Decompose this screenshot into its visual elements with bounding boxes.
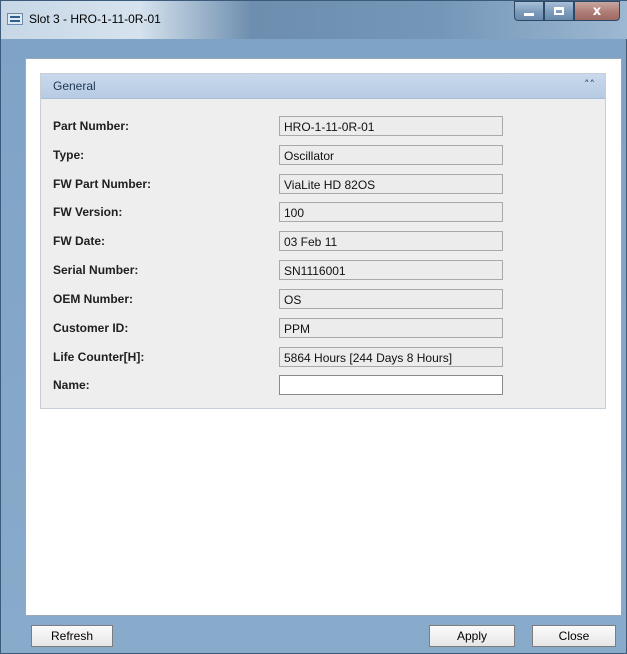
oem-number-value: OS [279,289,503,309]
field-row-customer-id: Customer ID: PPM [41,318,605,338]
field-label: OEM Number: [53,292,134,306]
minimize-button[interactable] [514,1,544,21]
maximize-icon [554,7,564,15]
title-bar[interactable]: Slot 3 - HRO-1-11-0R-01 x [1,1,627,39]
field-label: Part Number: [53,119,130,133]
dialog-window: Slot 3 - HRO-1-11-0R-01 x General ˄˄ Par… [0,0,627,654]
field-label: FW Date: [53,234,105,248]
field-label: Serial Number: [53,263,139,277]
close-icon: x [592,3,602,19]
serial-number-value: SN1116001 [279,260,503,280]
field-row-life-counter: Life Counter[H]: 5864 Hours [244 Days 8 … [41,347,605,367]
content-area: General ˄˄ Part Number: HRO-1-11-0R-01 T… [25,58,622,616]
apply-button[interactable]: Apply [429,625,515,647]
field-row-oem-number: OEM Number: OS [41,289,605,309]
fw-date-value: 03 Feb 11 [279,231,503,251]
field-row-fw-part-number: FW Part Number: ViaLite HD 82OS [41,174,605,194]
field-row-part-number: Part Number: HRO-1-11-0R-01 [41,116,605,136]
customer-id-value: PPM [279,318,503,338]
field-row-name: Name: [41,375,605,395]
refresh-button[interactable]: Refresh [31,625,113,647]
field-row-fw-date: FW Date: 03 Feb 11 [41,231,605,251]
field-row-serial-number: Serial Number: SN1116001 [41,260,605,280]
general-panel: General ˄˄ Part Number: HRO-1-11-0R-01 T… [40,73,606,409]
field-label: FW Version: [53,205,123,219]
app-icon [7,13,23,25]
field-row-fw-version: FW Version: 100 [41,202,605,222]
field-label: FW Part Number: [53,177,152,191]
type-value: Oscillator [279,145,503,165]
field-row-type: Type: Oscillator [41,145,605,165]
panel-title: General [53,79,96,93]
minimize-icon [524,12,534,16]
part-number-value: HRO-1-11-0R-01 [279,116,503,136]
field-label: Name: [53,378,90,392]
window-title: Slot 3 - HRO-1-11-0R-01 [29,12,161,26]
panel-header[interactable]: General ˄˄ [41,74,605,99]
name-input[interactable] [279,375,503,395]
double-chevron-up-icon[interactable]: ˄˄ [584,78,595,91]
field-label: Life Counter[H]: [53,350,145,364]
fw-part-number-value: ViaLite HD 82OS [279,174,503,194]
life-counter-value: 5864 Hours [244 Days 8 Hours] [279,347,503,367]
fw-version-value: 100 [279,202,503,222]
close-button[interactable]: Close [532,625,616,647]
field-label: Customer ID: [53,321,129,335]
close-window-button[interactable]: x [574,1,620,21]
caption-buttons: x [514,1,620,23]
maximize-button[interactable] [544,1,574,21]
field-label: Type: [53,148,85,162]
